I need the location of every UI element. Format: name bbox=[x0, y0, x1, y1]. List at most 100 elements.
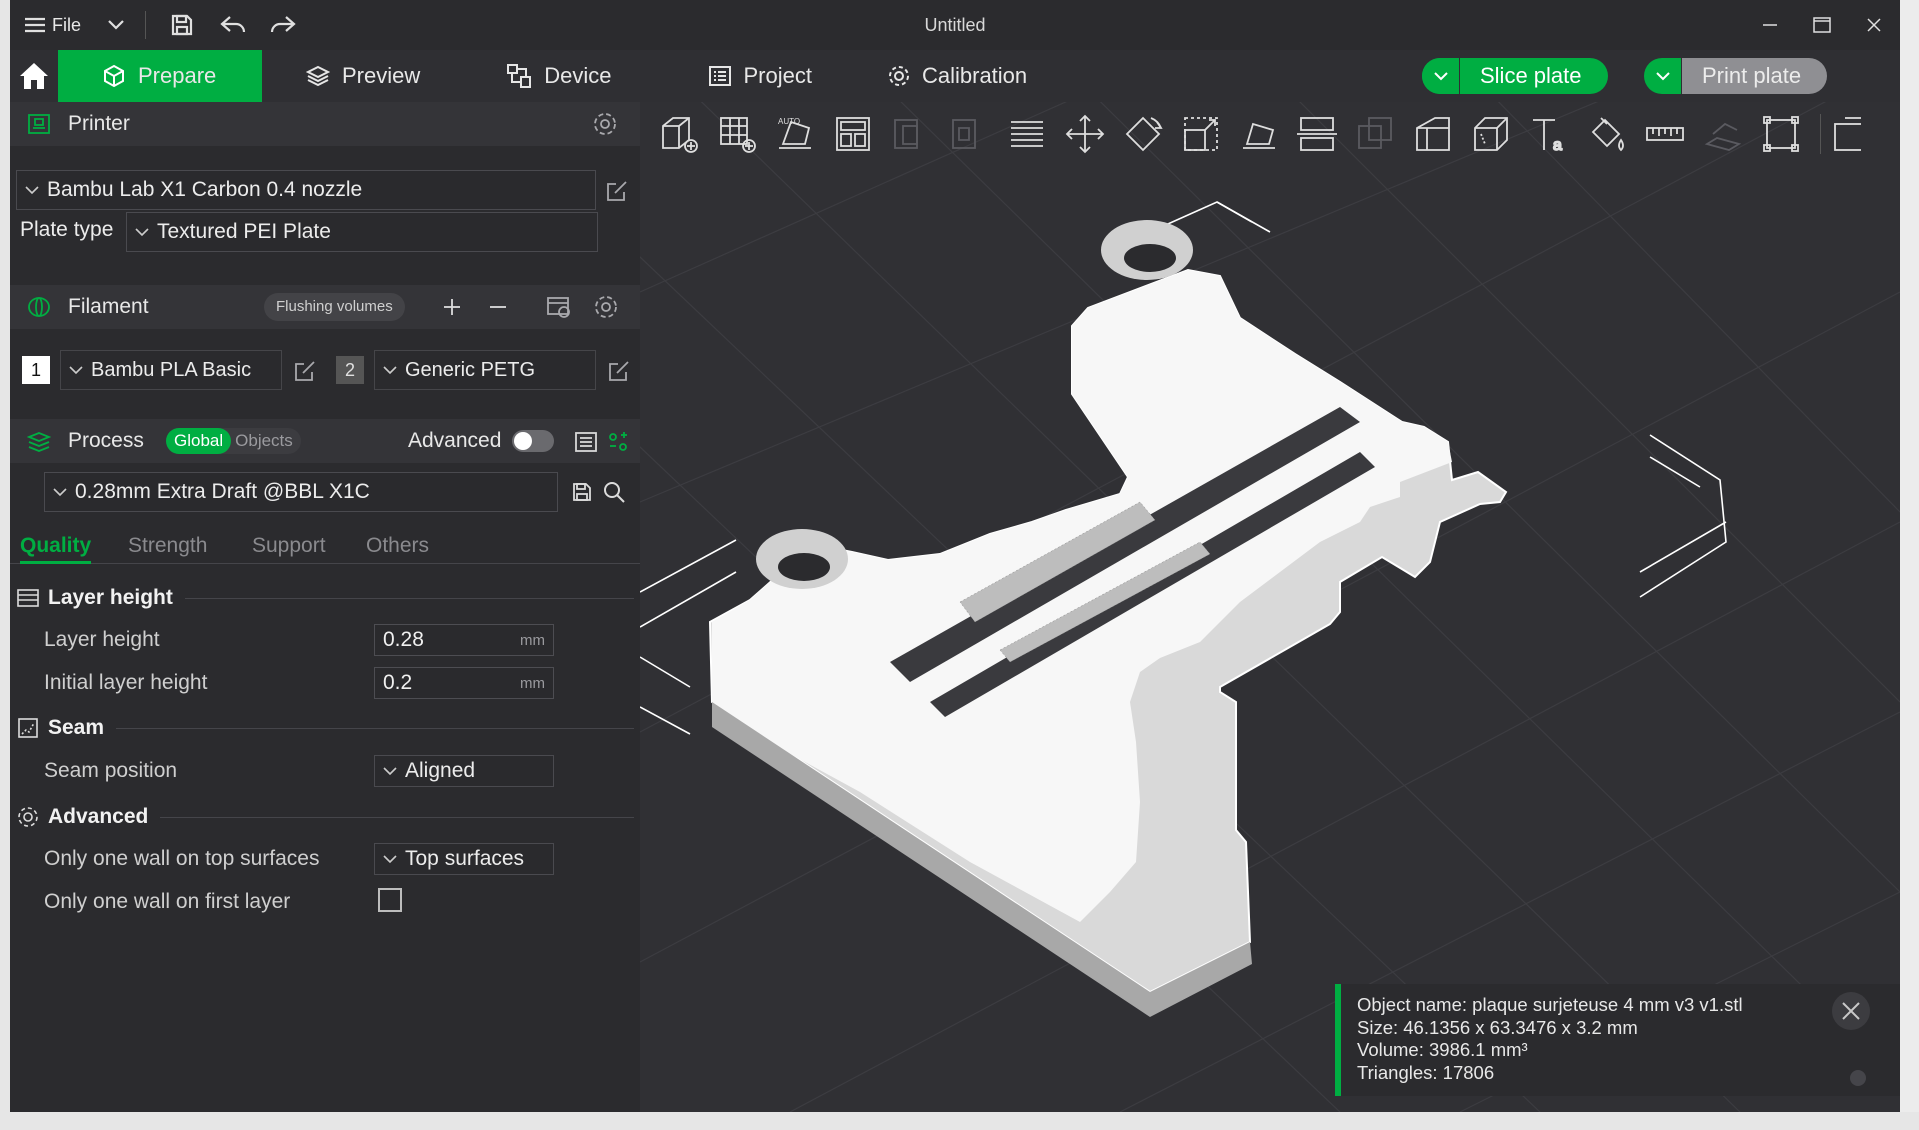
close-info-button[interactable] bbox=[1832, 992, 1870, 1030]
maximize-button[interactable] bbox=[1796, 0, 1848, 50]
rotate-button[interactable] bbox=[1114, 105, 1172, 163]
process-scope-toggle[interactable]: Global Objects bbox=[166, 428, 301, 454]
add-object-button[interactable] bbox=[650, 105, 708, 163]
tab-strength[interactable]: Strength bbox=[128, 528, 207, 564]
file-dropdown-button[interactable] bbox=[107, 0, 125, 50]
filament-slot-2-badge[interactable]: 2 bbox=[336, 356, 364, 384]
main-nav: Prepare Preview Device Project Calibrati… bbox=[10, 50, 1900, 102]
fit-view-button[interactable] bbox=[1752, 105, 1810, 163]
object-name-line: Object name: plaque surjeteuse 4 mm v3 v… bbox=[1357, 994, 1743, 1015]
plate-type-select[interactable]: Textured PEI Plate bbox=[126, 212, 598, 252]
file-menu-button[interactable]: File bbox=[24, 0, 81, 50]
tab-others[interactable]: Others bbox=[366, 528, 429, 564]
object-info-panel: Object name: plaque surjeteuse 4 mm v3 v… bbox=[1335, 984, 1900, 1096]
move-button[interactable] bbox=[1056, 105, 1114, 163]
lay-on-face-button[interactable] bbox=[1230, 105, 1288, 163]
filament-sync-button[interactable] bbox=[544, 293, 574, 321]
edit-printer-button[interactable] bbox=[602, 176, 632, 206]
edit-filament-1-button[interactable] bbox=[290, 356, 320, 386]
add-plate-icon bbox=[717, 114, 757, 154]
model-object[interactable] bbox=[708, 220, 1508, 1017]
save-preset-button[interactable] bbox=[568, 478, 596, 506]
object-triangles-line: Triangles: 17806 bbox=[1357, 1061, 1495, 1083]
arrange-icon bbox=[833, 114, 873, 154]
view-options-button[interactable] bbox=[1831, 105, 1861, 163]
support-painting-button[interactable] bbox=[1404, 105, 1462, 163]
minimize-button[interactable] bbox=[1744, 0, 1796, 50]
advanced-group: Advanced bbox=[14, 799, 634, 835]
advanced-toggle[interactable] bbox=[512, 430, 554, 452]
settings-sidebar: Printer Bambu Lab X1 Carbon 0.4 nozzle P… bbox=[10, 102, 640, 1112]
process-section-label: Process bbox=[68, 429, 144, 452]
initial-layer-height-unit: mm bbox=[520, 674, 545, 692]
seam-position-select[interactable]: Aligned bbox=[374, 755, 554, 787]
redo-button[interactable] bbox=[270, 0, 296, 50]
tab-prepare[interactable]: Prepare bbox=[58, 50, 262, 102]
tab-support[interactable]: Support bbox=[252, 528, 326, 564]
initial-layer-height-input[interactable]: 0.2 mm bbox=[374, 667, 554, 699]
print-plate-button[interactable]: Print plate bbox=[1644, 58, 1828, 94]
flushing-volumes-button[interactable]: Flushing volumes bbox=[264, 293, 405, 321]
cut-button[interactable] bbox=[1288, 105, 1346, 163]
layer-height-label: Layer height bbox=[44, 628, 160, 651]
layer-height-input[interactable]: 0.28 mm bbox=[374, 624, 554, 656]
text-button[interactable]: a bbox=[1520, 105, 1578, 163]
global-scope-button[interactable]: Global bbox=[166, 428, 232, 454]
object-size-line: Size: 46.1356 x 63.3476 x 3.2 mm bbox=[1357, 1016, 1638, 1038]
boolean-button[interactable] bbox=[1346, 105, 1404, 163]
gear-icon bbox=[592, 111, 618, 137]
slice-plate-button[interactable]: Slice plate bbox=[1422, 58, 1608, 94]
print-plate-label: Print plate bbox=[1682, 58, 1828, 94]
home-button[interactable] bbox=[10, 50, 58, 102]
close-button[interactable] bbox=[1848, 0, 1900, 50]
process-compare-button[interactable] bbox=[604, 428, 632, 456]
layers-editing-button[interactable] bbox=[998, 105, 1056, 163]
one-wall-first-checkbox[interactable] bbox=[378, 888, 402, 912]
tab-calibration[interactable]: Calibration bbox=[888, 50, 1027, 102]
split-parts-button[interactable] bbox=[940, 105, 998, 163]
color-painting-button[interactable] bbox=[1578, 105, 1636, 163]
filament-settings-button[interactable] bbox=[592, 293, 620, 321]
filament-slot-2-select[interactable]: Generic PETG bbox=[374, 350, 596, 390]
collapse-info-button[interactable] bbox=[1850, 1070, 1866, 1086]
move-icon bbox=[1063, 112, 1107, 156]
seam-painting-button[interactable] bbox=[1462, 105, 1520, 163]
printer-settings-button[interactable] bbox=[592, 111, 618, 137]
objects-scope-button[interactable]: Objects bbox=[231, 431, 301, 451]
remove-filament-button[interactable] bbox=[484, 293, 512, 321]
undo-button[interactable] bbox=[220, 0, 246, 50]
scale-button[interactable] bbox=[1172, 105, 1230, 163]
object-volume-line: Volume: 3986.1 mm³ bbox=[1357, 1039, 1528, 1060]
split-objects-button[interactable] bbox=[882, 105, 940, 163]
add-filament-button[interactable] bbox=[438, 293, 466, 321]
add-plate-button[interactable] bbox=[708, 105, 766, 163]
assembly-button[interactable] bbox=[1694, 105, 1752, 163]
arrange-button[interactable] bbox=[824, 105, 882, 163]
search-settings-button[interactable] bbox=[600, 478, 628, 506]
project-icon bbox=[708, 64, 732, 88]
tab-project[interactable]: Project bbox=[708, 50, 812, 102]
measure-button[interactable] bbox=[1636, 105, 1694, 163]
save-icon bbox=[170, 13, 194, 37]
tab-device[interactable]: Device bbox=[506, 50, 612, 102]
save-button[interactable] bbox=[170, 0, 194, 50]
layers-icon bbox=[306, 64, 330, 88]
auto-orient-icon: AUTO bbox=[775, 114, 815, 154]
process-preset-select[interactable]: 0.28mm Extra Draft @BBL X1C bbox=[44, 472, 558, 512]
filament-slot-1-select[interactable]: Bambu PLA Basic bbox=[60, 350, 282, 390]
one-wall-top-label: Only one wall on top surfaces bbox=[44, 847, 320, 870]
edit-filament-2-button[interactable] bbox=[604, 356, 634, 386]
printer-select[interactable]: Bambu Lab X1 Carbon 0.4 nozzle bbox=[16, 170, 596, 210]
one-wall-top-select[interactable]: Top surfaces bbox=[374, 843, 554, 875]
3d-viewport[interactable]: AUTO a Object name: plaque surjeteuse 4 … bbox=[640, 102, 1900, 1112]
tab-preview[interactable]: Preview bbox=[306, 50, 420, 102]
auto-orient-button[interactable]: AUTO bbox=[766, 105, 824, 163]
rotate-icon bbox=[1121, 112, 1165, 156]
chevron-down-icon[interactable] bbox=[1422, 58, 1460, 94]
tab-quality[interactable]: Quality bbox=[20, 528, 92, 564]
plate-grid bbox=[640, 102, 1900, 1112]
process-list-button[interactable] bbox=[572, 428, 600, 456]
chevron-down-icon[interactable] bbox=[1644, 58, 1682, 94]
title-bar: Untitled File bbox=[10, 0, 1900, 50]
filament-slot-1-badge[interactable]: 1 bbox=[22, 356, 50, 384]
